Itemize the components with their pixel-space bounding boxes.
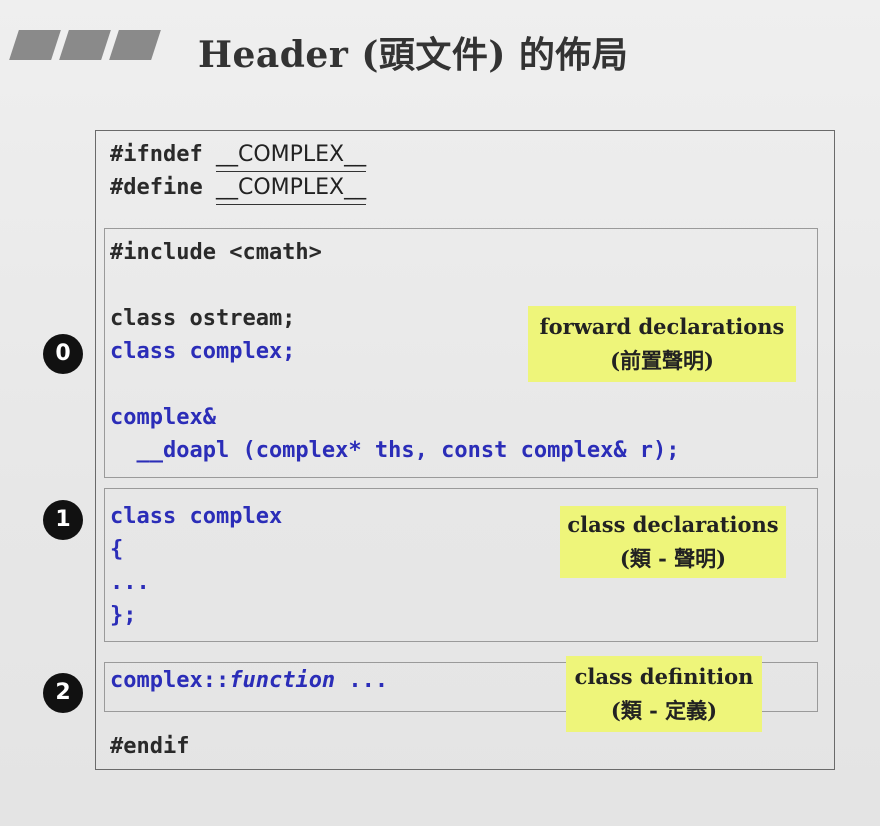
include-line: #include <cmath>: [110, 240, 322, 265]
bullet-0: 0: [43, 334, 83, 374]
function-definition-line: complex::function ...: [110, 664, 388, 697]
class-declarations-label-en: class declarations: [567, 512, 779, 537]
class-definition-label-zh: (類 - 定義): [610, 698, 718, 723]
open-brace-line: {: [110, 537, 124, 562]
complex-decl-line: class complex;: [110, 339, 296, 364]
forward-declarations-label-zh: (前置聲明): [610, 348, 714, 373]
function-suffix: ...: [335, 668, 389, 693]
define-macro-name: COMPLEX: [237, 175, 345, 200]
define-macro: __COMPLEX__: [215, 171, 367, 205]
define-line: #define __COMPLEX__: [110, 171, 367, 205]
doapl-return-line: complex&: [110, 405, 216, 430]
class-definition-label: class definition (類 - 定義): [566, 656, 762, 732]
endif-line: #endif: [110, 734, 190, 759]
ostream-decl-line: class ostream;: [110, 306, 296, 331]
ifndef-keyword: #ifndef: [110, 142, 203, 167]
title-decoration: [8, 30, 164, 60]
forward-declarations-label: forward declarations (前置聲明): [528, 306, 796, 382]
class-definition-label-en: class definition: [574, 664, 754, 689]
bullet-2: 2: [43, 673, 83, 713]
title-bar-2: [59, 30, 111, 60]
title-bar-1: [9, 30, 61, 60]
doapl-signature-line: __doapl (complex* ths, const complex& r)…: [110, 438, 680, 463]
close-brace-line: };: [110, 603, 137, 628]
define-keyword: #define: [110, 175, 203, 200]
title-bar-3: [109, 30, 161, 60]
function-word: function: [229, 668, 336, 693]
ifndef-line: #ifndef __COMPLEX__: [110, 138, 367, 172]
slide: Header (頭文件) 的佈局 #ifndef __COMPLEX__ #de…: [0, 0, 880, 826]
class-declarations-label: class declarations (類 - 聲明): [560, 506, 786, 578]
bullet-1: 1: [43, 500, 83, 540]
slide-title: Header (頭文件) 的佈局: [198, 34, 629, 76]
ellipsis-line: ...: [110, 570, 150, 595]
ifndef-macro: __COMPLEX__: [215, 138, 367, 172]
class-declarations-label-zh: (類 - 聲明): [619, 546, 727, 571]
forward-declarations-label-en: forward declarations: [539, 314, 785, 339]
function-prefix: complex::: [110, 668, 230, 693]
ifndef-macro-name: COMPLEX: [237, 142, 345, 167]
class-complex-line: class complex: [110, 504, 283, 529]
